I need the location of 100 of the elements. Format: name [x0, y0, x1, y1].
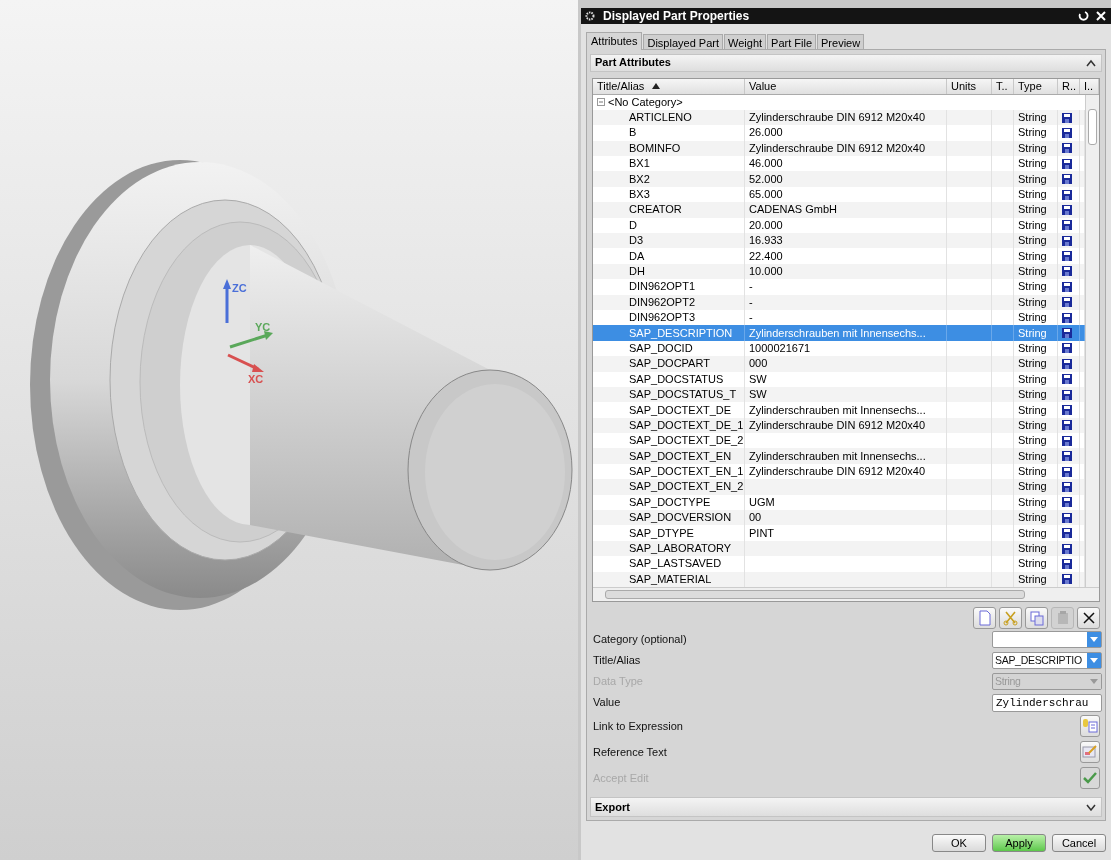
table-cell: 26.000: [749, 125, 783, 141]
table-cell: BX1: [629, 156, 650, 172]
tab[interactable]: Part File: [767, 33, 817, 50]
save-icon: [1062, 220, 1072, 231]
column-header[interactable]: T..: [992, 78, 1014, 94]
table-cell: SAP_DOCTEXT_EN: [629, 448, 732, 464]
axis-label: YC: [255, 321, 271, 333]
table-cell: DIN962OPT3: [629, 310, 696, 326]
table-cell: String: [1018, 125, 1047, 141]
tab[interactable]: Displayed Part: [643, 33, 723, 50]
save-icon: [1062, 251, 1072, 262]
tab[interactable]: Preview: [817, 33, 865, 50]
column-header[interactable]: Title/Alias: [593, 78, 745, 94]
save-icon: [1062, 204, 1072, 215]
table-cell: SAP_DOCTEXT_EN_1: [629, 464, 744, 480]
table-cell: String: [1018, 356, 1047, 372]
table-cell: SAP_DOCTEXT_DE_2: [629, 433, 744, 449]
save-icon: [1062, 420, 1072, 431]
save-icon: [1062, 174, 1072, 185]
table-cell: ARTICLENO: [629, 110, 692, 126]
table-cell: Zylinderschrauben mit Innensechs...: [749, 448, 926, 464]
dialog-button[interactable]: Cancel: [1052, 834, 1106, 852]
column-header[interactable]: R..: [1058, 78, 1080, 94]
dialog-button[interactable]: OK: [932, 834, 986, 852]
table-cell: -: [749, 294, 753, 310]
section-header[interactable]: Export: [590, 797, 1102, 817]
field-label: Title/Alias: [593, 653, 641, 669]
column-header[interactable]: I..: [1080, 78, 1099, 94]
save-icon: [1062, 158, 1072, 169]
vertical-scrollbar[interactable]: [1085, 94, 1099, 587]
save-icon: [1062, 574, 1072, 585]
table-cell: Zylinderschraube DIN 6912 M20x40: [749, 140, 926, 156]
dropdown[interactable]: SAP_DESCRIPTIO: [992, 652, 1102, 669]
save-icon: [1062, 266, 1072, 277]
scrollbar-thumb[interactable]: [605, 590, 1025, 599]
table-cell: String: [1018, 110, 1047, 126]
table-cell: SAP_DOCTEXT_DE_1: [629, 417, 744, 433]
tab[interactable]: Attributes: [586, 31, 643, 50]
table-cell: SAP_DOCVERSION: [629, 510, 732, 526]
table-cell: 00: [749, 510, 762, 526]
table-cell: String: [1018, 310, 1047, 326]
reset-icon[interactable]: [1077, 9, 1089, 22]
table-row[interactable]: BX2 52.000 String: [593, 171, 1085, 187]
new-page-button[interactable]: [973, 607, 996, 629]
text-field[interactable]: Zylinderschrau: [992, 693, 1102, 712]
table-cell: SAP_LASTSAVED: [629, 556, 722, 572]
table-cell: -: [749, 279, 753, 295]
scissors-icon: [1001, 609, 1020, 627]
table-cell: 46.000: [749, 156, 783, 172]
table-row[interactable]: SAP_DOCTEXT_EN_2 String: [593, 479, 1085, 495]
table-cell: BOMINFO: [629, 140, 681, 156]
edit-text-icon: [1081, 743, 1099, 761]
edit-text-button[interactable]: [1080, 741, 1100, 763]
table-cell: SAP_DOCTEXT_EN_2: [629, 479, 744, 495]
save-icon: [1062, 481, 1072, 492]
table-cell: SAP_DESCRIPTION: [629, 325, 733, 341]
column-header[interactable]: Units: [947, 78, 992, 94]
table-cell: String: [1018, 510, 1047, 526]
table-cell: Zylinderschraube DIN 6912 M20x40: [749, 464, 926, 480]
section-title: Export: [594, 799, 631, 815]
table-cell: String: [1018, 402, 1047, 418]
table-cell: SAP_DOCPART: [629, 356, 710, 372]
table-row[interactable]: SAP_DOCTEXT_EN Zylinderschrauben mit Innensechs... String: [593, 448, 1085, 464]
table-cell: -: [749, 310, 753, 326]
column-header[interactable]: Type: [1014, 78, 1058, 94]
horizontal-scrollbar[interactable]: [593, 587, 1099, 601]
table-cell: 22.400: [749, 248, 783, 264]
copy-icon: [1027, 609, 1046, 627]
table-cell: SAP_DOCTEXT_DE: [629, 402, 732, 418]
copy-button[interactable]: [1025, 607, 1048, 629]
table-row[interactable]: CREATOR CADENAS GmbH String: [593, 202, 1085, 218]
checkmark-button[interactable]: [1080, 767, 1100, 789]
expander-icon[interactable]: [597, 98, 605, 107]
table-cell: String: [1018, 171, 1047, 187]
expression-button[interactable]: [1080, 715, 1100, 737]
close-button[interactable]: [1077, 607, 1100, 629]
table-row[interactable]: SAP_DOCVERSION 00 String: [593, 510, 1085, 526]
table-cell: 10.000: [749, 264, 783, 279]
save-icon: [1062, 127, 1072, 138]
field-label: Category (optional): [593, 632, 687, 648]
table-row[interactable]: SAP_DOCPART 000 String: [593, 356, 1085, 372]
category-label[interactable]: <No Category>: [608, 94, 683, 110]
save-icon: [1062, 528, 1072, 539]
dialog-button[interactable]: Apply: [992, 834, 1046, 852]
save-icon: [1062, 405, 1072, 415]
table-cell: String: [1018, 541, 1047, 556]
table-cell: SAP_DOCSTATUS_T: [629, 387, 737, 403]
table-cell: 000: [749, 356, 768, 372]
column-header[interactable]: Value: [745, 78, 947, 94]
table-cell: String: [1018, 556, 1047, 572]
save-icon: [1062, 451, 1072, 462]
scissors-button[interactable]: [999, 607, 1022, 629]
section-header[interactable]: Part Attributes: [590, 53, 1102, 72]
table-cell: Zylinderschrauben mit Innensechs...: [749, 402, 926, 418]
tab[interactable]: Weight: [724, 33, 767, 50]
close-icon[interactable]: [1095, 9, 1107, 22]
save-icon: [1062, 143, 1072, 154]
table-row[interactable]: D3 16.933 String: [593, 233, 1085, 249]
scrollbar-thumb[interactable]: [1088, 108, 1097, 145]
section-title: Part Attributes: [594, 55, 672, 71]
